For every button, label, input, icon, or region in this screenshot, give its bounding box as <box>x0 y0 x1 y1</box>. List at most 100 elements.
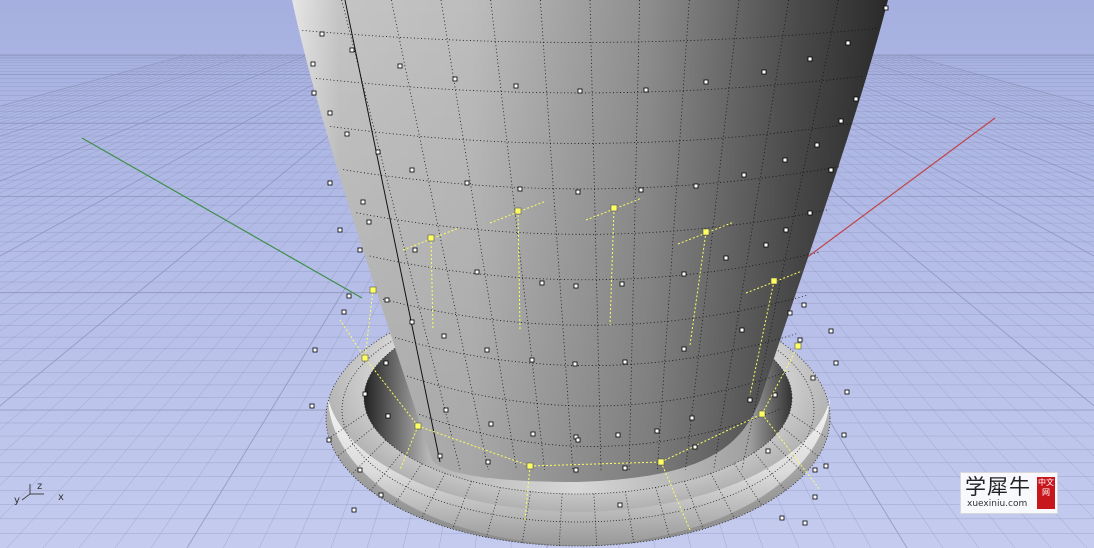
control-point <box>529 357 535 363</box>
control-point <box>484 347 490 353</box>
perspective-viewport[interactable]: z x y 学犀牛 xuexiniu.com 中文网 <box>0 0 1094 548</box>
control-point <box>311 90 317 96</box>
control-point <box>615 432 621 438</box>
selected-control-point <box>702 228 710 236</box>
selected-control-point <box>758 410 766 418</box>
axis-widget-y-label: y <box>14 495 20 506</box>
control-point <box>572 361 578 367</box>
control-point <box>351 507 357 513</box>
control-point <box>828 167 834 173</box>
control-point <box>853 96 859 102</box>
control-point <box>783 227 789 233</box>
selected-control-point <box>770 277 778 285</box>
control-point <box>310 61 316 67</box>
control-point <box>539 280 545 286</box>
control-point <box>488 421 494 427</box>
selected-control-point <box>514 207 522 215</box>
control-point <box>741 172 747 178</box>
selected-control-point <box>369 286 377 294</box>
control-point <box>681 346 687 352</box>
control-point <box>385 413 391 419</box>
control-point <box>309 403 315 409</box>
control-point <box>814 142 820 148</box>
control-point <box>337 227 343 233</box>
selected-control-point <box>610 204 618 212</box>
control-point <box>577 88 583 94</box>
selected-control-point <box>414 422 422 430</box>
control-point <box>575 189 581 195</box>
control-point <box>346 293 352 299</box>
control-point <box>692 444 698 450</box>
control-point <box>681 271 687 277</box>
control-point <box>838 118 844 124</box>
control-point <box>833 360 839 366</box>
control-point <box>573 467 579 473</box>
control-point <box>485 459 491 465</box>
selected-control-point <box>526 462 534 470</box>
selected-control-point <box>427 234 435 242</box>
watermark-seal: 中文网 <box>1037 477 1055 509</box>
control-point <box>357 467 363 473</box>
control-point <box>622 465 628 471</box>
control-point <box>787 310 793 316</box>
selected-control-point <box>361 354 369 362</box>
control-point <box>437 453 443 459</box>
control-point <box>327 180 333 186</box>
control-point <box>654 428 660 434</box>
control-point <box>362 391 368 397</box>
control-point <box>452 76 458 82</box>
control-point <box>357 247 363 253</box>
control-point <box>530 431 536 437</box>
control-point <box>409 167 415 173</box>
control-point <box>841 432 847 438</box>
control-point <box>409 319 415 325</box>
control-point <box>723 255 729 261</box>
selected-control-point <box>794 342 802 350</box>
viewport-canvas[interactable]: z x y <box>0 0 1094 548</box>
control-point <box>312 347 318 353</box>
control-point <box>823 463 829 469</box>
control-point <box>360 199 366 205</box>
control-point <box>812 494 818 500</box>
control-point <box>747 397 753 403</box>
control-point <box>384 297 390 303</box>
control-point <box>326 437 332 443</box>
control-point <box>797 337 803 343</box>
watermark-url: xuexiniu.com <box>967 499 1028 509</box>
control-point <box>845 40 851 46</box>
control-point <box>513 83 519 89</box>
control-point <box>807 210 813 216</box>
control-point <box>638 187 644 193</box>
control-point <box>474 269 480 275</box>
control-point <box>319 31 325 37</box>
control-point <box>622 359 628 365</box>
control-point <box>703 79 709 85</box>
control-point <box>573 283 579 289</box>
control-point <box>844 389 850 395</box>
control-point <box>761 69 767 75</box>
control-point <box>779 515 785 521</box>
control-point <box>643 87 649 93</box>
control-point <box>739 327 745 333</box>
control-point <box>801 302 807 308</box>
control-point <box>782 157 788 163</box>
watermark-text: 学犀牛 <box>965 475 1031 499</box>
control-point <box>375 149 381 155</box>
control-point <box>619 281 625 287</box>
control-point <box>366 219 372 225</box>
axis-widget-z-label: z <box>37 481 42 492</box>
control-point <box>765 448 771 454</box>
selected-control-point <box>657 458 665 466</box>
control-point <box>810 375 816 381</box>
control-point <box>349 47 355 53</box>
control-point <box>617 502 623 508</box>
axis-widget-x-label: x <box>58 492 64 503</box>
control-point <box>812 467 818 473</box>
control-point <box>412 247 418 253</box>
control-point <box>397 63 403 69</box>
control-point <box>575 437 581 443</box>
control-point <box>464 180 470 186</box>
control-point <box>693 183 699 189</box>
control-point <box>443 407 449 413</box>
control-point <box>807 56 813 62</box>
